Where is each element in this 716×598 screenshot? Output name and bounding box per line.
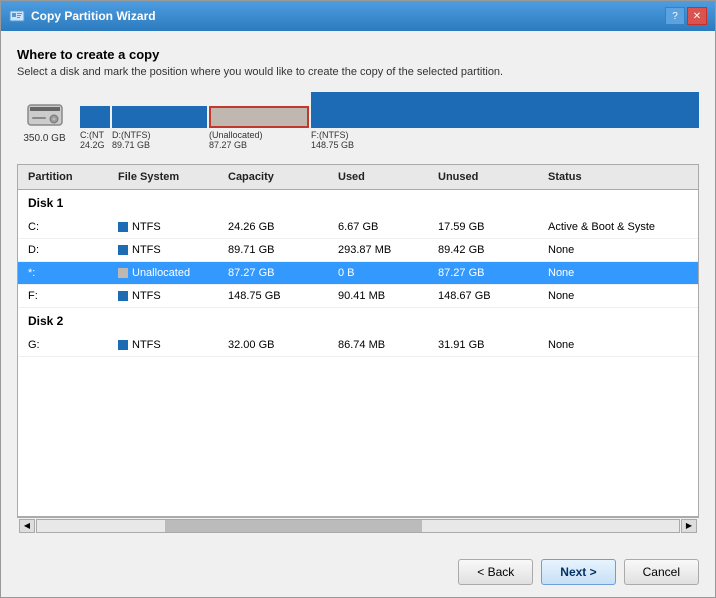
col-filesystem: File System (114, 169, 224, 185)
scroll-track[interactable] (36, 519, 680, 533)
cell-partition: *: (24, 265, 114, 281)
cell-used: 6.67 GB (334, 219, 434, 235)
cell-capacity: 32.00 GB (224, 337, 334, 353)
cell-partition: C: (24, 219, 114, 235)
ntfs-icon (118, 340, 128, 350)
footer: < Back Next > Cancel (1, 549, 715, 597)
cell-status: None (544, 265, 692, 281)
horizontal-scrollbar[interactable]: ◀ ▶ (17, 517, 699, 533)
cell-filesystem: NTFS (114, 288, 224, 304)
col-unused: Unused (434, 169, 544, 185)
main-content: Where to create a copy Select a disk and… (1, 31, 715, 549)
cell-unused: 89.42 GB (434, 242, 544, 258)
segment-c[interactable]: C:(NT24.2G (80, 92, 110, 150)
scroll-left-btn[interactable]: ◀ (19, 519, 35, 533)
table-body: Disk 1 C: NTFS 24.26 GB 6.67 GB 17.59 GB… (18, 190, 698, 516)
ntfs-icon (118, 222, 128, 232)
cell-filesystem: NTFS (114, 219, 224, 235)
disk-total-size: 350.0 GB (23, 133, 65, 144)
title-controls: ? ✕ (665, 7, 707, 25)
cell-used: 0 B (334, 265, 434, 281)
segment-d[interactable]: D:(NTFS)89.71 GB (112, 92, 207, 150)
hdd-icon (26, 99, 64, 131)
back-button[interactable]: < Back (458, 559, 533, 585)
seg-label-unalloc: (Unallocated)87.27 GB (209, 130, 309, 150)
segment-unalloc[interactable]: (Unallocated)87.27 GB (209, 92, 309, 150)
col-status: Status (544, 169, 692, 185)
window: Copy Partition Wizard ? ✕ Where to creat… (0, 0, 716, 598)
disk-group-header: Disk 2 (18, 308, 698, 334)
cell-status: Active & Boot & Syste (544, 219, 692, 235)
cell-capacity: 89.71 GB (224, 242, 334, 258)
cell-partition: F: (24, 288, 114, 304)
ntfs-icon (118, 245, 128, 255)
partition-table: Partition File System Capacity Used Unus… (17, 164, 699, 517)
next-button[interactable]: Next > (541, 559, 615, 585)
cell-status: None (544, 288, 692, 304)
table-header: Partition File System Capacity Used Unus… (18, 165, 698, 190)
disk-visual: 350.0 GB C:(NT24.2G D:(NTFS)89.71 GB (Un… (17, 92, 699, 150)
disk-group-header: Disk 1 (18, 190, 698, 216)
seg-bar-c (80, 106, 110, 128)
disk-icon-box: 350.0 GB (17, 92, 72, 150)
cell-status: None (544, 242, 692, 258)
col-used: Used (334, 169, 434, 185)
cancel-button[interactable]: Cancel (624, 559, 699, 585)
disk-segments: C:(NT24.2G D:(NTFS)89.71 GB (Unallocated… (80, 92, 699, 150)
table-row[interactable]: D: NTFS 89.71 GB 293.87 MB 89.42 GB None (18, 239, 698, 262)
seg-bar-f (311, 92, 699, 128)
cell-unused: 148.67 GB (434, 288, 544, 304)
wizard-icon (9, 8, 25, 24)
unalloc-icon (118, 268, 128, 278)
seg-label-f: F:(NTFS)148.75 GB (311, 130, 699, 150)
col-partition: Partition (24, 169, 114, 185)
cell-filesystem: NTFS (114, 242, 224, 258)
cell-unused: 87.27 GB (434, 265, 544, 281)
page-title: Where to create a copy (17, 47, 699, 62)
cell-capacity: 148.75 GB (224, 288, 334, 304)
scroll-right-btn[interactable]: ▶ (681, 519, 697, 533)
cell-used: 86.74 MB (334, 337, 434, 353)
cell-used: 293.87 MB (334, 242, 434, 258)
cell-used: 90.41 MB (334, 288, 434, 304)
cell-unused: 31.91 GB (434, 337, 544, 353)
segment-f[interactable]: F:(NTFS)148.75 GB (311, 92, 699, 150)
cell-filesystem: Unallocated (114, 265, 224, 281)
ntfs-icon (118, 291, 128, 301)
cell-capacity: 87.27 GB (224, 265, 334, 281)
cell-capacity: 24.26 GB (224, 219, 334, 235)
table-row[interactable]: F: NTFS 148.75 GB 90.41 MB 148.67 GB Non… (18, 285, 698, 308)
close-button[interactable]: ✕ (687, 7, 707, 25)
col-capacity: Capacity (224, 169, 334, 185)
table-row[interactable]: C: NTFS 24.26 GB 6.67 GB 17.59 GB Active… (18, 216, 698, 239)
table-row[interactable]: *: Unallocated 87.27 GB 0 B 87.27 GB Non… (18, 262, 698, 285)
seg-label-d: D:(NTFS)89.71 GB (112, 130, 207, 150)
cell-status: None (544, 337, 692, 353)
seg-bar-d (112, 106, 207, 128)
help-button[interactable]: ? (665, 7, 685, 25)
cell-filesystem: NTFS (114, 337, 224, 353)
scroll-thumb[interactable] (165, 520, 422, 532)
cell-partition: G: (24, 337, 114, 353)
title-bar: Copy Partition Wizard ? ✕ (1, 1, 715, 31)
seg-bar-unalloc (209, 106, 309, 128)
seg-label-c: C:(NT24.2G (80, 130, 110, 150)
cell-partition: D: (24, 242, 114, 258)
cell-unused: 17.59 GB (434, 219, 544, 235)
page-subtitle: Select a disk and mark the position wher… (17, 66, 699, 78)
title-bar-left: Copy Partition Wizard (9, 8, 156, 24)
window-title: Copy Partition Wizard (31, 9, 156, 23)
table-row[interactable]: G: NTFS 32.00 GB 86.74 MB 31.91 GB None (18, 334, 698, 357)
